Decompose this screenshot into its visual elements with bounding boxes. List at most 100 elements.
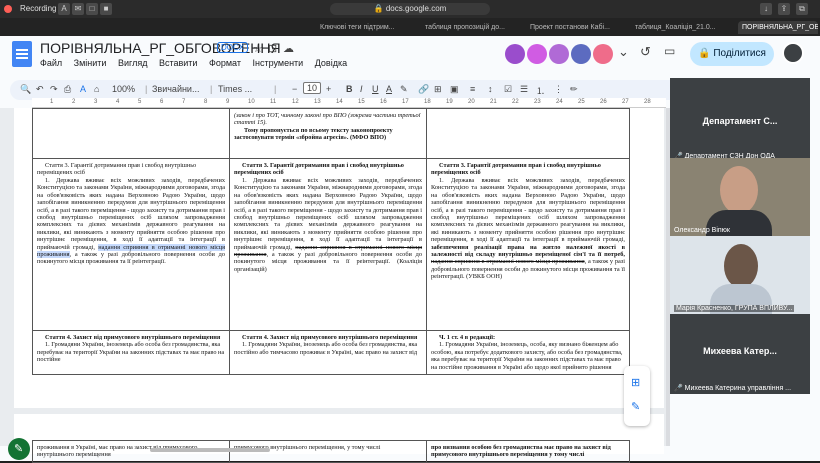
edit-fab-button[interactable]: ✎ — [8, 438, 30, 460]
close-window-icon[interactable] — [4, 5, 12, 13]
participant-tile[interactable]: Департамент С... 🎤 Департамент СЗН Дон О… — [670, 78, 810, 162]
horizontal-scrollbar[interactable] — [150, 448, 270, 452]
url-text: docs.google.com — [385, 4, 447, 13]
font-select[interactable]: Times ... — [218, 84, 252, 94]
link-icon[interactable]: 🔗 — [418, 84, 429, 95]
ruler-tick: 14 — [336, 99, 343, 105]
bold-icon[interactable]: B — [346, 84, 353, 94]
participant-name-large: Департамент С... — [702, 116, 778, 126]
document-page[interactable]: проживання в Україні, має право на захис… — [14, 414, 664, 463]
table-cell[interactable]: Стаття 3. Гарантії дотримання прав і сво… — [32, 158, 230, 331]
download-icon[interactable]: ↓ — [760, 3, 772, 15]
table-cell[interactable]: (закон і про ТОТ, чинному законі про ВПО… — [229, 108, 427, 159]
mail-icon[interactable]: ✉ — [72, 3, 84, 15]
collaborator-avatar[interactable] — [593, 44, 613, 64]
search-icon[interactable]: 🔍 — [20, 84, 31, 95]
participant-tile[interactable]: Михеева Катер... 🎤 Михеева Катерина упра… — [670, 314, 810, 394]
image-icon[interactable]: ▣ — [450, 84, 459, 95]
tab-3[interactable]: таблиця_Коаліція_21.0... — [635, 21, 735, 34]
line-spacing-icon[interactable]: ↕ — [488, 84, 493, 94]
article-heading: Стаття 3. Гарантії дотримання прав і сво… — [431, 162, 601, 177]
table-cell[interactable]: Стаття 3. Гарантії дотримання прав і сво… — [426, 158, 630, 331]
app-icon[interactable]: ■ — [100, 3, 112, 15]
numbered-list-icon[interactable]: ⒈ — [536, 84, 545, 97]
star-icon[interactable]: ☆ — [253, 42, 263, 55]
address-bar[interactable]: 🔒 docs.google.com — [330, 3, 490, 15]
chevron-down-icon[interactable]: ⌄ — [618, 44, 629, 60]
collaborator-avatar[interactable] — [571, 44, 591, 64]
menu-view[interactable]: Вигляд — [118, 58, 148, 68]
share-icon[interactable]: ⇪ — [778, 3, 790, 15]
document-page[interactable]: (закон і про ТОТ, чинному законі про ВПО… — [14, 108, 664, 408]
paint-format-icon[interactable]: ⌂ — [94, 84, 99, 94]
article-heading: Ч. 1 ст. 4 в редакції: — [439, 334, 496, 341]
table-row: (закон і про ТОТ, чинному законі про ВПО… — [32, 108, 630, 159]
document-canvas[interactable]: (закон і про ТОТ, чинному законі про ВПО… — [0, 108, 666, 463]
participant-name: 🎤 Михеева Катерина управління ... — [674, 384, 791, 392]
pencil-icon: ✎ — [14, 443, 24, 455]
table-cell[interactable]: Стаття 4. Захист від примусового внутріш… — [229, 329, 427, 376]
app-icon[interactable]: □ — [86, 3, 98, 15]
edit-mode-icon[interactable]: ✏ — [570, 84, 578, 95]
font-size-input[interactable]: 10 — [303, 82, 322, 94]
cloud-status-icon[interactable]: ☁ — [283, 42, 294, 55]
font-size-increase-icon[interactable]: + — [326, 84, 331, 94]
italic-icon[interactable]: I — [360, 84, 363, 94]
undo-icon[interactable]: ↶ — [36, 84, 44, 95]
cell-text: 1. Держава вживає всіх можливих заходів,… — [234, 176, 422, 251]
share-button[interactable]: 🔒 Поділитися — [690, 42, 774, 66]
table-cell[interactable]: Ч. 1 ст. 4 в редакції: 1. Громадяни Укра… — [426, 329, 630, 376]
add-comment-icon[interactable]: ⊞ — [631, 376, 640, 389]
tab-1[interactable]: таблиця пропозицій до... — [425, 21, 525, 34]
menu-edit[interactable]: Змінити — [74, 58, 107, 68]
text-color-icon[interactable]: A — [386, 84, 392, 94]
collaborator-avatar[interactable] — [549, 44, 569, 64]
ruler-tick: 26 — [600, 99, 607, 105]
comment-icon[interactable]: ▭ — [664, 44, 675, 58]
tab-4-active[interactable]: ПОРІВНЯЛЬНА_РГ_ОБГ... — [738, 21, 818, 34]
collaborator-avatar[interactable] — [505, 44, 525, 64]
menu-tools[interactable]: Інструменти — [252, 58, 303, 68]
add-comment-icon[interactable]: ⊞ — [434, 84, 442, 95]
more-icon[interactable]: ⋮ — [554, 84, 563, 95]
table-cell[interactable] — [426, 108, 630, 159]
table-cell[interactable] — [32, 108, 230, 159]
table-cell[interactable]: Стаття 3. Гарантії дотримання прав і сво… — [229, 158, 427, 331]
browser-tabs: Ключові теги підтрим... таблиця пропозиц… — [0, 18, 820, 36]
move-folder-icon[interactable]: ⊡ — [268, 42, 277, 55]
menu-insert[interactable]: Вставити — [159, 58, 198, 68]
highlight-icon[interactable]: ✎ — [400, 84, 408, 95]
bullet-list-icon[interactable]: ☰ — [520, 84, 528, 95]
font-icon[interactable]: A — [58, 3, 70, 15]
suggest-edits-icon[interactable]: ✎ — [631, 400, 640, 413]
history-icon[interactable]: ↺ — [640, 44, 651, 60]
menu-format[interactable]: Формат — [209, 58, 241, 68]
checklist-icon[interactable]: ☑ — [504, 84, 512, 95]
font-size-decrease-icon[interactable]: − — [292, 84, 297, 94]
ruler[interactable]: 1 2 3 4 5 6 7 8 9 10 11 12 13 14 15 16 1… — [32, 98, 666, 108]
ruler-tick: 3 — [94, 99, 98, 105]
docs-logo-icon[interactable] — [12, 41, 32, 67]
tab-2[interactable]: Проект постанови Кабі... — [530, 21, 630, 34]
ruler-tick: 16 — [380, 99, 387, 105]
participant-video-tile[interactable]: Олександр Віпюк — [670, 158, 810, 236]
menu-help[interactable]: Довідка — [315, 58, 347, 68]
spellcheck-icon[interactable]: A — [80, 84, 86, 94]
print-icon[interactable]: ⎙ — [64, 84, 71, 95]
ruler-tick: 13 — [314, 99, 321, 105]
menu-file[interactable]: Файл — [40, 58, 62, 68]
style-select[interactable]: Звичайни... — [152, 84, 199, 94]
os-top-bar: Recording A ✉ □ ■ 🔒 docs.google.com ↓ ⇪ … — [0, 0, 820, 18]
table-cell[interactable]: про визнання особою без громадянства має… — [426, 440, 630, 463]
participant-video-tile[interactable]: Марія Красненко, ГРУПА ВПЛИВУ... — [670, 236, 810, 314]
tabs-icon[interactable]: ⧉ — [796, 3, 808, 15]
ruler-tick: 1 — [50, 99, 54, 105]
collaborator-avatar[interactable] — [527, 44, 547, 64]
zoom-select[interactable]: 100% — [112, 84, 135, 94]
redo-icon[interactable]: ↷ — [50, 84, 58, 95]
table-cell[interactable]: Стаття 4. Захист від примусового внутріш… — [32, 329, 230, 376]
tab-0[interactable]: Ключові теги підтрим... — [320, 21, 420, 34]
underline-icon[interactable]: U — [372, 84, 379, 94]
align-icon[interactable]: ≡ — [470, 84, 475, 94]
user-avatar[interactable] — [782, 42, 804, 64]
